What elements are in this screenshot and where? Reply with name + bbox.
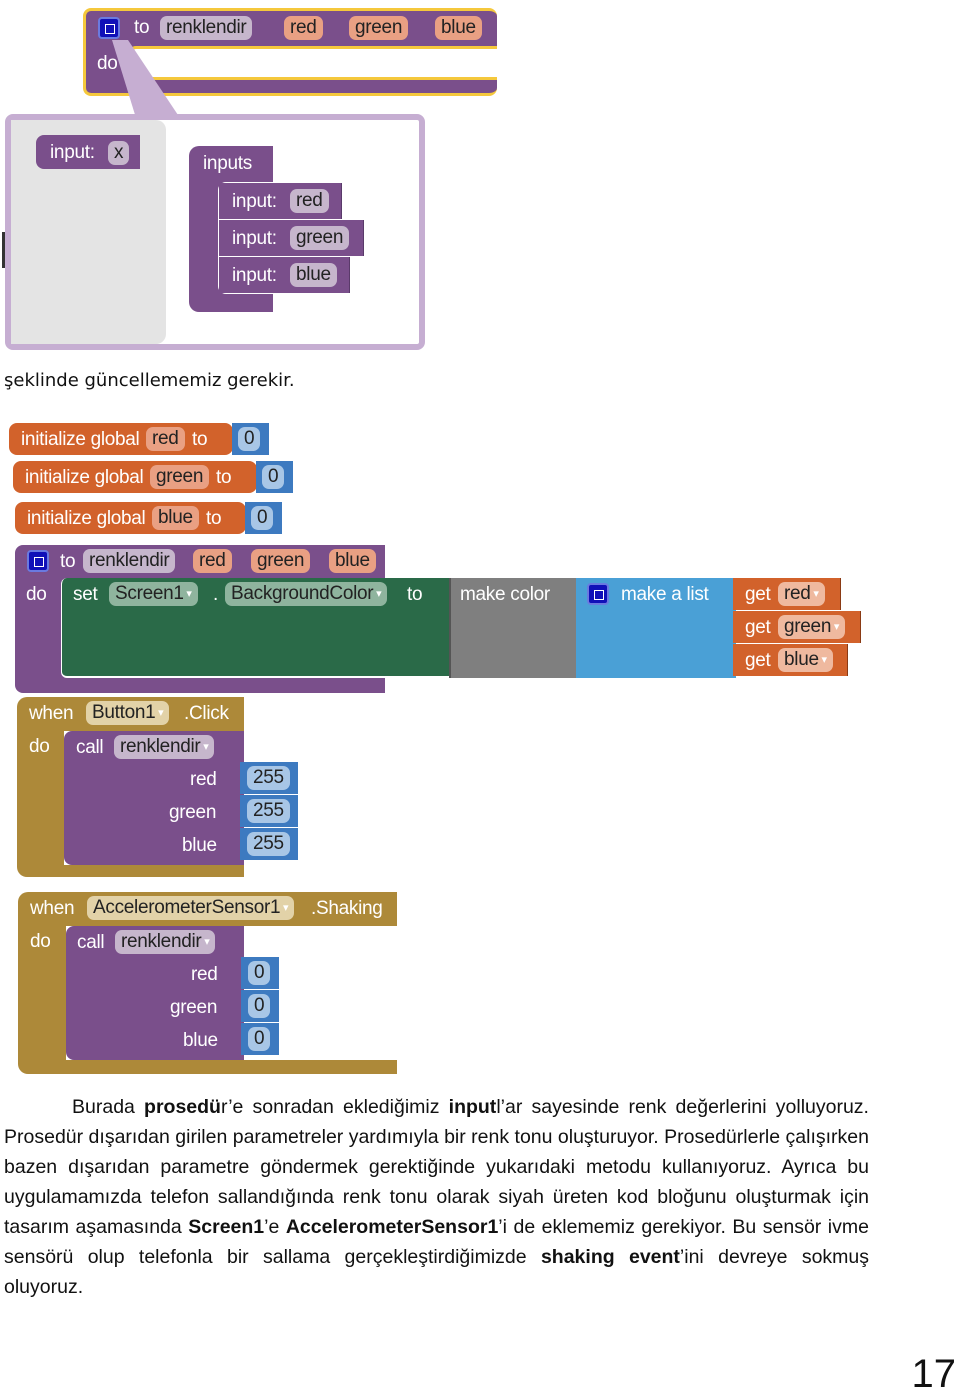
property-dropdown[interactable]: BackgroundColor xyxy=(225,582,388,606)
panel-edge-mark xyxy=(2,232,5,268)
proc-to-label: to xyxy=(60,551,76,572)
text-segment: r’e sonradan eklediğimiz xyxy=(220,1096,449,1118)
init-global-label: initialize global xyxy=(25,467,144,488)
inputs-item-label: input: xyxy=(232,191,277,212)
arg-label: blue xyxy=(182,835,217,856)
event-component-dropdown[interactable]: AccelerometerSensor1 xyxy=(87,896,295,920)
make-list-label: make a list xyxy=(621,584,709,605)
get-var-dropdown[interactable]: green xyxy=(778,615,846,639)
event-name-label: .Shaking xyxy=(311,898,383,919)
bold-term: prosedü xyxy=(144,1096,221,1118)
param-green[interactable]: green xyxy=(251,549,311,573)
page-number: 17 xyxy=(911,1352,957,1392)
bold-term: input xyxy=(448,1096,497,1118)
init-global-label: initialize global xyxy=(21,429,140,450)
bold-term: shaking event xyxy=(540,1246,680,1268)
arg-label: green xyxy=(169,802,217,823)
number-value[interactable]: 0 xyxy=(238,427,261,451)
inputs-item-label: input: xyxy=(232,265,277,286)
text-segment: ’e xyxy=(264,1216,286,1238)
global-name-field[interactable]: green xyxy=(150,465,210,489)
init-to-label: to xyxy=(216,467,232,488)
arg-label: red xyxy=(190,769,217,790)
proc-to-label: to xyxy=(134,17,150,38)
get-label: get xyxy=(745,617,771,638)
arg-label: green xyxy=(170,997,218,1018)
bold-term: AccelerometerSensor1 xyxy=(285,1216,499,1238)
mutator-gear-icon[interactable] xyxy=(587,583,609,605)
param-red[interactable]: red xyxy=(284,16,323,40)
param-green[interactable]: green xyxy=(349,16,409,40)
call-proc-dropdown[interactable]: renklendir xyxy=(115,930,216,954)
body-paragraph: Burada prosedür’e sonradan eklediğimiz i… xyxy=(4,1092,869,1302)
get-var-dropdown[interactable]: blue xyxy=(778,648,833,672)
input-template-value[interactable]: x xyxy=(108,141,130,165)
mutator-gear-icon[interactable] xyxy=(98,17,120,39)
number-value[interactable]: 255 xyxy=(247,832,290,856)
global-name-field[interactable]: red xyxy=(146,427,185,451)
set-to-label: to xyxy=(407,584,423,605)
global-name-field[interactable]: blue xyxy=(152,506,199,530)
event-do-label: do xyxy=(30,931,51,952)
number-value[interactable]: 0 xyxy=(251,506,274,530)
get-var-dropdown[interactable]: red xyxy=(778,582,825,606)
mutator-gear-icon[interactable] xyxy=(27,550,49,572)
inputs-item-value[interactable]: green xyxy=(290,226,350,250)
set-label: set xyxy=(73,584,98,605)
arg-label: blue xyxy=(183,1030,218,1051)
dot-label: . xyxy=(213,584,218,605)
input-template-label: input: xyxy=(50,142,95,163)
bold-term: Screen1 xyxy=(188,1216,265,1238)
caption-text: şeklinde güncellememiz gerekir. xyxy=(4,370,295,391)
call-label: call xyxy=(76,737,104,758)
get-label: get xyxy=(745,650,771,671)
inputs-item-value[interactable]: blue xyxy=(290,263,337,287)
proc-do-label: do xyxy=(26,584,47,605)
number-value[interactable]: 0 xyxy=(248,1027,271,1051)
get-label: get xyxy=(745,584,771,605)
number-value[interactable]: 0 xyxy=(248,961,271,985)
component-dropdown[interactable]: Screen1 xyxy=(109,582,198,606)
param-red[interactable]: red xyxy=(193,549,232,573)
make-color-label: make color xyxy=(460,584,550,605)
inputs-item-value[interactable]: red xyxy=(290,189,329,213)
inputs-container-label: inputs xyxy=(203,153,252,174)
number-value[interactable]: 255 xyxy=(247,766,290,790)
when-label: when xyxy=(29,703,74,724)
call-proc-dropdown[interactable]: renklendir xyxy=(114,735,215,759)
proc-name-field[interactable]: renklendir xyxy=(160,16,253,40)
event-do-label: do xyxy=(29,736,50,757)
arg-label: red xyxy=(191,964,218,985)
event-name-label: .Click xyxy=(184,703,229,724)
callout-pointer xyxy=(112,40,180,118)
proc-name-field[interactable]: renklendir xyxy=(83,549,176,573)
when-label: when xyxy=(30,898,75,919)
init-global-label: initialize global xyxy=(27,508,146,529)
init-to-label: to xyxy=(192,429,208,450)
text-segment: Burada xyxy=(72,1096,145,1118)
number-value[interactable]: 255 xyxy=(247,799,290,823)
inputs-item-label: input: xyxy=(232,228,277,249)
param-blue[interactable]: blue xyxy=(435,16,482,40)
event-component-dropdown[interactable]: Button1 xyxy=(86,701,170,725)
call-label: call xyxy=(77,932,105,953)
param-blue[interactable]: blue xyxy=(329,549,376,573)
init-to-label: to xyxy=(206,508,222,529)
number-value[interactable]: 0 xyxy=(248,994,271,1018)
number-value[interactable]: 0 xyxy=(262,465,285,489)
